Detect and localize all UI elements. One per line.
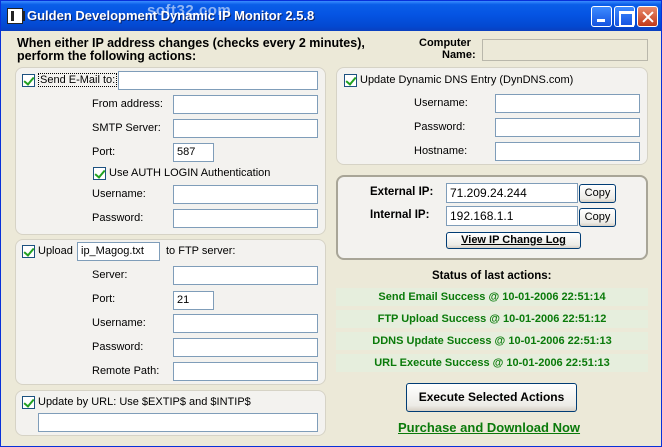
status-email: Send Email Success @ 10-01-2006 22:51:14 (336, 288, 648, 306)
smtp-server-input[interactable] (173, 119, 318, 138)
ftp-remote-path-label: Remote Path: (92, 365, 160, 377)
dns-username-input[interactable] (495, 94, 640, 113)
app-icon[interactable] (7, 8, 25, 24)
status-ftp: FTP Upload Success @ 10-01-2006 22:51:12 (336, 310, 648, 328)
ftp-file-input[interactable]: ip_Magog.txt (77, 242, 160, 261)
watermark-text: soft32.com (147, 2, 232, 19)
ftp-server-input[interactable] (173, 266, 318, 285)
email-password-input[interactable] (173, 209, 318, 228)
view-ip-change-log-button[interactable]: View IP Change Log (446, 232, 581, 249)
purchase-download-link[interactable]: Purchase and Download Now (398, 420, 580, 435)
email-port-input[interactable]: 587 (173, 143, 214, 162)
ftp-upload-checkbox[interactable] (22, 245, 35, 258)
ftp-password-label: Password: (92, 341, 144, 353)
internal-ip-label: Internal IP: (370, 209, 430, 221)
execute-selected-actions-button[interactable]: Execute Selected Actions (406, 383, 577, 412)
main-window: Gulden Development Dynamic IP Monitor 2.… (0, 0, 662, 447)
ftp-server-label: Server: (92, 269, 128, 281)
ftp-remote-path-input[interactable] (173, 362, 318, 381)
ftp-username-input[interactable] (173, 314, 318, 333)
title-bar[interactable]: Gulden Development Dynamic IP Monitor 2.… (1, 1, 661, 31)
url-update-label: Update by URL: Use $EXTIP$ and $INTIP$ (38, 396, 251, 408)
minimize-button[interactable] (591, 6, 612, 27)
instruction-line-2: perform the following actions: (17, 49, 197, 63)
ftp-username-label: Username: (92, 317, 146, 329)
external-ip-label: External IP: (370, 186, 434, 198)
close-button[interactable] (637, 6, 658, 27)
email-to-input[interactable] (118, 71, 318, 90)
dns-update-label: Update Dynamic DNS Entry (DynDNS.com) (360, 74, 574, 86)
computer-name-field[interactable] (482, 39, 648, 61)
maximize-button[interactable] (614, 6, 635, 27)
auth-login-checkbox[interactable] (93, 167, 106, 180)
dns-password-label: Password: (414, 121, 466, 133)
status-ddns: DDNS Update Success @ 10-01-2006 22:51:1… (336, 332, 648, 350)
ftp-to-server-label: to FTP server: (166, 245, 236, 257)
ftp-upload-label: Upload (38, 245, 73, 257)
copy-internal-ip-button[interactable]: Copy (579, 208, 616, 227)
email-port-label: Port: (92, 146, 116, 158)
from-address-label: From address: (92, 98, 163, 110)
dns-password-input[interactable] (495, 118, 640, 137)
auth-login-label: Use AUTH LOGIN Authentication (109, 167, 271, 179)
computer-name-label-1: Computer (419, 37, 471, 49)
dns-username-label: Username: (414, 97, 468, 109)
send-email-label: Send E-Mail to: (38, 73, 118, 87)
ftp-port-label: Port: (92, 293, 116, 305)
status-url: URL Execute Success @ 10-01-2006 22:51:1… (336, 354, 648, 372)
external-ip-field[interactable]: 71.209.24.244 (446, 183, 578, 203)
dns-hostname-input[interactable] (495, 142, 640, 161)
dns-update-checkbox[interactable] (344, 74, 357, 87)
instruction-line-1: When either IP address changes (checks e… (17, 36, 365, 50)
ftp-port-input[interactable]: 21 (173, 291, 214, 310)
from-address-input[interactable] (173, 95, 318, 114)
email-password-label: Password: (92, 212, 144, 224)
computer-name-label-2: Name: (442, 49, 476, 61)
internal-ip-field[interactable]: 192.168.1.1 (446, 206, 578, 226)
email-username-input[interactable] (173, 185, 318, 204)
send-email-checkbox[interactable] (22, 74, 35, 87)
smtp-server-label: SMTP Server: (92, 122, 161, 134)
ftp-password-input[interactable] (173, 338, 318, 357)
status-title: Status of last actions: (432, 270, 552, 282)
email-username-label: Username: (92, 188, 146, 200)
url-update-checkbox[interactable] (22, 396, 35, 409)
url-input[interactable] (38, 413, 318, 432)
dns-hostname-label: Hostname: (414, 145, 468, 157)
copy-external-ip-button[interactable]: Copy (579, 184, 616, 203)
